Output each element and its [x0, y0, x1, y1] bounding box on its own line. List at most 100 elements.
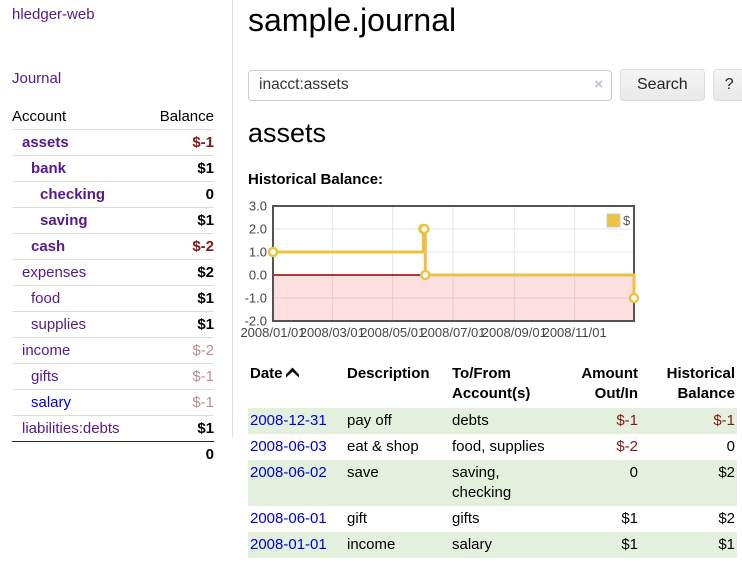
transaction-date-cell: 2008-01-01 — [248, 532, 345, 558]
data-point-marker — [630, 294, 638, 302]
register-header-balance: Historical Balance — [640, 360, 737, 408]
account-row: food$1 — [12, 286, 214, 312]
transaction-date-cell: 2008-06-03 — [248, 434, 345, 460]
accounts-total-value: 0 — [146, 442, 214, 468]
account-row: liabilities:debts $1 — [12, 416, 214, 442]
account-name-cell: bank — [12, 156, 146, 182]
transaction-description: income — [345, 532, 450, 558]
account-balance: $-2 — [146, 338, 214, 364]
account-link[interactable]: checking — [40, 186, 105, 203]
register-table: Date Description To/From Account(s) Amou… — [248, 360, 737, 558]
account-link[interactable]: supplies — [31, 316, 86, 333]
transaction-date-cell: 2008-06-01 — [248, 506, 345, 532]
register-row: 2008-01-01incomesalary$1$1 — [248, 532, 737, 558]
transaction-accounts: food, supplies — [450, 434, 560, 460]
sidebar-item-journal[interactable]: Journal — [12, 70, 61, 87]
help-button[interactable]: ? — [713, 69, 742, 101]
main-content: sample.journal × Search ? assets Histori… — [248, 0, 742, 582]
search-bar: × Search ? — [248, 69, 742, 101]
accounts-header-balance: Balance — [146, 104, 214, 130]
account-balance: $2 — [146, 260, 214, 286]
account-link[interactable]: assets — [22, 134, 69, 151]
account-row: income $-2 — [12, 338, 214, 364]
account-row: expenses $2 — [12, 260, 214, 286]
search-input[interactable] — [248, 70, 612, 101]
transaction-balance: $-1 — [640, 408, 737, 434]
account-heading: assets — [248, 118, 326, 149]
transaction-balance: 0 — [640, 434, 737, 460]
account-link[interactable]: cash — [31, 238, 65, 255]
transaction-date-link[interactable]: 2008-12-31 — [250, 412, 327, 429]
account-link[interactable]: expenses — [22, 264, 86, 281]
transaction-accounts: debts — [450, 408, 560, 434]
x-axis-tick-label: 2008/05/01 — [360, 325, 425, 340]
transaction-description: pay off — [345, 408, 450, 434]
transaction-date-link[interactable]: 2008-01-01 — [250, 536, 327, 553]
data-point-marker — [420, 225, 428, 233]
y-axis-tick-label: -1.0 — [245, 291, 267, 306]
transaction-date-cell: 2008-12-31 — [248, 408, 345, 434]
account-balance: $-1 — [146, 390, 214, 416]
account-name-cell: income — [12, 338, 146, 364]
account-name-cell: saving — [12, 208, 146, 234]
x-axis-tick-label: 2008/03/01 — [300, 325, 365, 340]
register-header-accounts: To/From Account(s) — [450, 360, 560, 408]
accounts-table-header: Account Balance — [12, 104, 214, 130]
data-point-marker — [421, 271, 429, 279]
clear-search-icon[interactable]: × — [594, 76, 603, 93]
search-box: × — [248, 70, 612, 101]
register-header-date[interactable]: Date — [248, 360, 345, 408]
account-balance: $1 — [146, 312, 214, 338]
search-button[interactable]: Search — [620, 69, 705, 101]
accounts-total-spacer — [12, 442, 146, 468]
chart-title: Historical Balance: — [248, 171, 383, 188]
account-link[interactable]: bank — [31, 160, 66, 177]
account-balance: $-1 — [146, 364, 214, 390]
transaction-balance: $2 — [640, 460, 737, 506]
account-row: bank $1 — [12, 156, 214, 182]
brand-link[interactable]: hledger-web — [12, 6, 95, 23]
account-name-cell: expenses — [12, 260, 146, 286]
account-link[interactable]: saving — [40, 212, 88, 229]
account-link[interactable]: gifts — [31, 368, 59, 385]
account-link[interactable]: liabilities:debts — [22, 420, 120, 437]
account-balance: $1 — [146, 416, 214, 442]
account-balance: $-2 — [146, 234, 214, 260]
account-link[interactable]: income — [22, 342, 70, 359]
account-link[interactable]: food — [31, 290, 60, 307]
account-row: gifts $-1 — [12, 364, 214, 390]
account-name-cell: assets — [12, 130, 146, 156]
x-axis-tick-label: 2008/11/01 — [543, 325, 607, 340]
account-name-cell: cash — [12, 234, 146, 260]
transaction-date-link[interactable]: 2008-06-02 — [250, 464, 327, 481]
transaction-amount: $1 — [560, 532, 640, 558]
transaction-date-link[interactable]: 2008-06-03 — [250, 438, 327, 455]
transaction-balance: $2 — [640, 506, 737, 532]
negative-region — [273, 275, 634, 321]
transaction-date-link[interactable]: 2008-06-01 — [250, 510, 327, 527]
transaction-accounts: saving, checking — [450, 460, 560, 506]
register-header-description: Description — [345, 360, 450, 408]
transaction-accounts: salary — [450, 532, 560, 558]
transaction-description: save — [345, 460, 450, 506]
account-name-cell: food — [12, 286, 146, 312]
register-header-amount: Amount Out/In — [560, 360, 640, 408]
chart-canvas: $3.02.01.00.0-1.0-2.02008/01/012008/03/0… — [240, 197, 742, 342]
account-name-cell: checking — [12, 182, 146, 208]
transaction-accounts: gifts — [450, 506, 560, 532]
register-header-row: Date Description To/From Account(s) Amou… — [248, 360, 737, 408]
transaction-description: gift — [345, 506, 450, 532]
accounts-header-account: Account — [12, 104, 146, 130]
hledger-web-app: hledger-web Journal Account Balance asse… — [0, 0, 742, 582]
transaction-amount: $-1 — [560, 408, 640, 434]
register-row: 2008-06-01giftgifts$1$2 — [248, 506, 737, 532]
legend-label: $ — [623, 213, 631, 228]
accounts-total-row: 0 — [12, 442, 214, 468]
account-balance: $1 — [146, 156, 214, 182]
legend-swatch — [607, 214, 620, 227]
account-link[interactable]: salary — [31, 394, 71, 411]
historical-balance-chart: $3.02.01.00.0-1.0-2.02008/01/012008/03/0… — [240, 197, 742, 342]
transaction-description: eat & shop — [345, 434, 450, 460]
register-row: 2008-06-03eat & shopfood, supplies$-20 — [248, 434, 737, 460]
account-row: salary $-1 — [12, 390, 214, 416]
